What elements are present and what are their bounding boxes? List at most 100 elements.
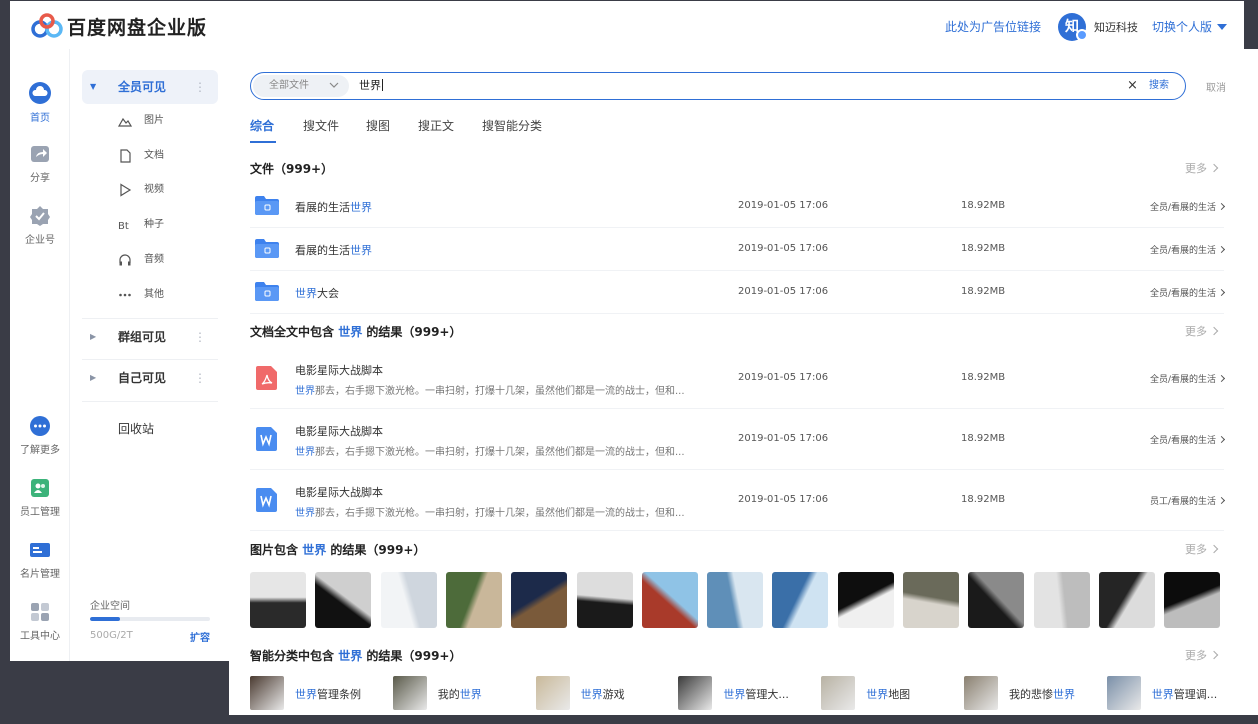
category-label: 世界管理大... [723, 686, 789, 702]
file-size: 18.92MB [961, 243, 1006, 254]
file-size: 18.92MB [961, 286, 1006, 297]
name-text: 管理调... [1173, 688, 1218, 701]
rail-label: 了解更多 [20, 445, 60, 456]
more-docs-link[interactable]: 更多 [1185, 323, 1219, 339]
doc-name[interactable]: 电影星际大战脚本 [295, 484, 383, 500]
image-thumbnail[interactable] [576, 572, 633, 628]
file-name[interactable]: 看展的生活世界 [295, 199, 372, 215]
baidu-pan-logo-icon[interactable] [30, 13, 64, 39]
menu-group-self-visible[interactable]: ▶ 自己可见 ⋮ [82, 361, 218, 395]
tab-fulltext[interactable]: 搜正文 [418, 117, 454, 134]
recycle-bin[interactable]: 回收站 [118, 420, 154, 437]
image-thumbnail[interactable] [707, 572, 764, 628]
org-name[interactable]: 知迈科技 [1094, 19, 1138, 35]
title-text: 智能分类中包含 [250, 649, 339, 663]
share-icon [31, 146, 49, 162]
rail-item-home[interactable]: 首页 [10, 81, 70, 124]
file-path-link[interactable]: 员工/看展的生活 [1150, 494, 1226, 507]
menu-group-all-visible[interactable]: ▼ 全员可见 ⋮ [82, 70, 218, 104]
doc-row[interactable]: 电影星际大战脚本 世界那去，右手摁下激光枪。一串扫射，打爆十几架，虽然他们都是一流… [250, 348, 1226, 409]
more-categories-link[interactable]: 更多 [1185, 647, 1219, 663]
name-text: 那去，右手摁下激光枪。一串扫射，打爆十几架，虽然他们都是一流的战士，但和... [315, 447, 685, 458]
image-thumbnail[interactable] [1098, 572, 1155, 628]
caret-right-icon: ▶ [90, 332, 97, 341]
chevron-right-icon [1217, 288, 1226, 297]
rail-item-cards[interactable]: 名片管理 [10, 539, 70, 580]
image-thumbnail[interactable] [903, 572, 959, 628]
search-button[interactable]: 搜索 [1149, 73, 1169, 99]
rail-item-staff[interactable]: 员工管理 [10, 477, 70, 518]
image-thumbnail[interactable] [641, 572, 698, 628]
image-thumbnail[interactable] [1033, 572, 1090, 628]
more-vertical-icon[interactable]: ⋮ [194, 320, 206, 354]
menu-group-group-visible[interactable]: ▶ 群组可见 ⋮ [82, 320, 218, 354]
tab-overall[interactable]: 综合 [250, 117, 274, 134]
cancel-button[interactable]: 取消 [1206, 79, 1226, 94]
image-thumbnail[interactable] [380, 572, 437, 628]
side-menu: ▼ 全员可见 ⋮ 图片 文档 视频 Bt 种子 音频 其他 ▶ 群组可见 ⋮ ▶… [70, 49, 229, 661]
search-scope-select[interactable]: 全部文件 [253, 75, 349, 97]
rail-item-share[interactable]: 分享 [10, 143, 70, 184]
file-name[interactable]: 看展的生活世界 [295, 242, 372, 258]
search-input[interactable]: 世界 [359, 73, 383, 99]
image-thumbnail[interactable] [250, 572, 306, 628]
rail-item-tools[interactable]: 工具中心 [10, 601, 70, 642]
file-path-link[interactable]: 全员/看展的生活 [1150, 200, 1226, 213]
file-row[interactable]: 看展的生活世界 2019-01-05 17:06 18.92MB 全员/看展的生活 [250, 185, 1226, 228]
tab-images[interactable]: 搜图 [366, 117, 390, 134]
image-thumbnail[interactable] [511, 572, 568, 628]
rail-label: 首页 [30, 113, 50, 124]
sub-item-label: 视频 [144, 184, 164, 195]
search-bar[interactable]: 全部文件 世界 × 搜索 [250, 72, 1186, 100]
more-images-link[interactable]: 更多 [1185, 541, 1219, 557]
more-vertical-icon[interactable]: ⋮ [194, 361, 206, 395]
tab-smart-category[interactable]: 搜智能分类 [482, 117, 542, 134]
keyword-highlight: 世界 [350, 244, 372, 257]
keyword-highlight: 世界 [302, 543, 327, 557]
more-label: 更多 [1185, 325, 1207, 338]
file-row[interactable]: 看展的生活世界 2019-01-05 17:06 18.92MB 全员/看展的生活 [250, 228, 1226, 271]
doc-row[interactable]: 电影星际大战脚本 世界那去，右手摁下激光枪。一串扫射，打爆十几架，虽然他们都是一流… [250, 470, 1226, 531]
image-thumbnail[interactable] [445, 572, 502, 628]
clear-search-icon[interactable]: × [1127, 73, 1138, 99]
doc-name[interactable]: 电影星际大战脚本 [295, 362, 383, 378]
image-thumbnail[interactable] [1164, 572, 1221, 628]
more-vertical-icon[interactable]: ⋮ [194, 70, 206, 104]
rail-item-learn-more[interactable]: 了解更多 [10, 415, 70, 456]
image-thumbnail[interactable] [968, 572, 1025, 628]
image-thumbnail[interactable] [772, 572, 829, 628]
doc-row[interactable]: 电影星际大战脚本 世界那去，右手摁下激光枪。一串扫射，打爆十几架，虽然他们都是一流… [250, 409, 1226, 470]
menu-group-label: 全员可见 [118, 80, 167, 94]
tab-files[interactable]: 搜文件 [303, 117, 339, 134]
category-item[interactable]: 世界管理条例 [250, 676, 385, 710]
menu-group-label: 群组可见 [118, 330, 167, 344]
category-item[interactable]: 我的悲惨世界 [964, 676, 1099, 710]
file-path-link[interactable]: 全员/看展的生活 [1150, 372, 1226, 385]
file-path-link[interactable]: 全员/看展的生活 [1149, 286, 1226, 299]
category-item[interactable]: 世界管理大... [678, 676, 813, 710]
doc-name[interactable]: 电影星际大战脚本 [295, 423, 383, 439]
category-item[interactable]: 世界管理调... [1106, 676, 1242, 710]
file-row[interactable]: 世界大会 2019-01-05 17:06 18.92MB 全员/看展的生活 [250, 271, 1226, 314]
file-path-link[interactable]: 全员/看展的生活 [1150, 433, 1226, 446]
category-item[interactable]: 我的世界 [392, 676, 528, 710]
file-path-link[interactable]: 全员/看展的生活 [1150, 243, 1226, 256]
file-name[interactable]: 世界大会 [295, 285, 339, 301]
switch-personal-button[interactable]: 切换个人版 [1152, 18, 1228, 35]
section-title-files: 文件（999+） [250, 162, 334, 176]
category-item[interactable]: 世界游戏 [535, 676, 671, 710]
category-item[interactable]: 世界地图 [821, 676, 956, 710]
path-text: 全员/看展的生活 [1149, 289, 1216, 299]
expand-storage-button[interactable]: 扩容 [190, 629, 210, 644]
top-bar: 百度网盘企业版 此处为广告位链接 知 知迈科技 切换个人版 [10, 1, 1244, 49]
section-title-categories: 智能分类中包含 世界 的结果（999+） [250, 647, 462, 664]
image-thumbnail[interactable] [315, 572, 372, 628]
ad-link[interactable]: 此处为广告位链接 [945, 18, 1041, 35]
doc-icon-wrap [256, 488, 278, 516]
category-label: 我的世界 [438, 686, 482, 702]
rail-label: 名片管理 [20, 569, 60, 580]
badge-icon [30, 206, 50, 226]
more-files-link[interactable]: 更多 [1185, 160, 1219, 176]
image-thumbnail[interactable] [837, 572, 894, 628]
rail-item-enterprise[interactable]: 企业号 [10, 205, 70, 246]
